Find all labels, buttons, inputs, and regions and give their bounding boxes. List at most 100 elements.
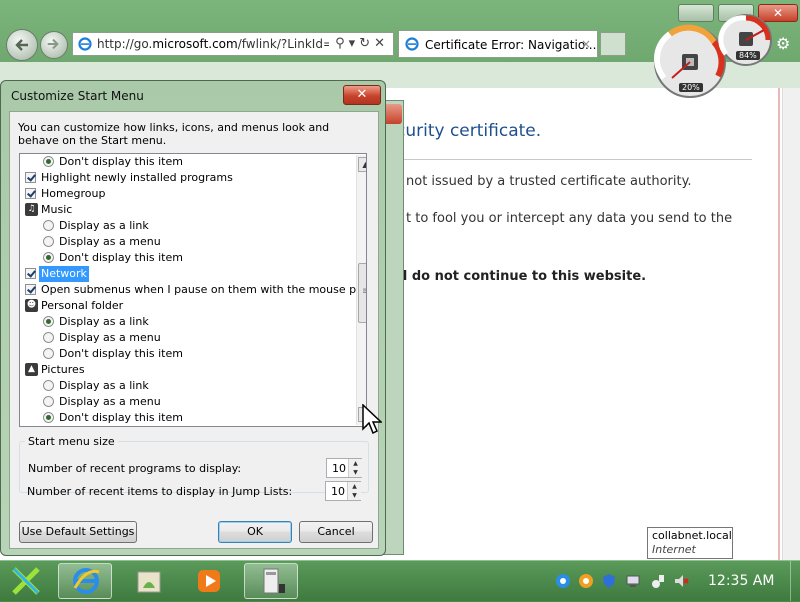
recent-items-stepper[interactable]: ▲ ▼ xyxy=(325,481,361,501)
checkbox[interactable] xyxy=(25,284,36,295)
ie-logo-icon xyxy=(73,568,100,594)
list-item-radio[interactable]: Don't display this item xyxy=(20,410,354,426)
taskbar-clock[interactable]: 12:35 AM xyxy=(708,573,774,589)
list-item-group: ☻ Personal folder xyxy=(20,298,354,314)
cpu-percent: 20% xyxy=(679,83,703,92)
list-item-group: ♫ Music xyxy=(20,202,354,218)
mouse-pointer-icon xyxy=(362,404,382,435)
list-scrollbar[interactable]: ▲ ▼ xyxy=(356,155,366,425)
recent-programs-stepper[interactable]: ▲ ▼ xyxy=(326,458,362,478)
taskbar: 12:35 AM xyxy=(0,560,800,601)
cert-error-line-1: not issued by a trusted certificate auth… xyxy=(406,174,692,189)
tray-action-center-icon[interactable] xyxy=(650,573,666,589)
list-item-label: Display as a link xyxy=(59,379,149,392)
radio-button[interactable] xyxy=(43,332,54,343)
customize-start-menu-dialog: Customize Start Menu ✕ You can customize… xyxy=(0,80,386,556)
dialog-description: You can customize how links, icons, and … xyxy=(18,121,330,147)
list-item-label: Personal folder xyxy=(41,299,124,312)
list-item-radio[interactable]: Display as a menu xyxy=(20,234,354,250)
checkbox[interactable] xyxy=(25,172,36,183)
dropdown-icon[interactable]: ▾ xyxy=(349,36,360,51)
list-item-checkbox[interactable]: Highlight newly installed programs xyxy=(20,170,354,186)
control-panel-icon xyxy=(263,568,285,594)
stop-icon[interactable]: ✕ xyxy=(374,36,389,51)
radio-button[interactable] xyxy=(43,316,54,327)
start-menu-size-legend: Start menu size xyxy=(28,435,115,448)
new-tab-button[interactable] xyxy=(600,32,626,56)
search-icon[interactable]: ⚲ xyxy=(335,36,349,51)
tab-close-icon[interactable]: × xyxy=(581,37,591,51)
radio-button[interactable] xyxy=(43,156,54,167)
list-item-label: Display as a menu xyxy=(59,331,161,344)
list-item-radio[interactable]: Display as a link xyxy=(20,218,354,234)
tab-certificate-error[interactable]: Certificate Error: Navigatio... × xyxy=(398,30,598,58)
dialog-close-button[interactable]: ✕ xyxy=(343,85,381,105)
list-item-radio[interactable]: Don't display this item xyxy=(20,346,354,362)
radio-button[interactable] xyxy=(43,220,54,231)
checkbox[interactable] xyxy=(25,268,36,279)
increment-arrow-icon[interactable]: ▲ xyxy=(347,482,361,491)
scroll-thumb[interactable] xyxy=(358,263,366,323)
list-item-group: ▲ Pictures xyxy=(20,362,354,378)
address-bar[interactable]: http://go.microsoft.com/fwlink/?LinkId=6… xyxy=(72,32,394,56)
radio-button[interactable] xyxy=(43,252,54,263)
list-item-label: Music xyxy=(41,203,73,216)
media-player-icon xyxy=(198,570,220,592)
radio-button[interactable] xyxy=(43,412,54,423)
gear-icon[interactable]: ⚙ xyxy=(776,34,790,53)
list-item-radio[interactable]: Display as a menu xyxy=(20,330,354,346)
show-desktop-button[interactable] xyxy=(790,561,800,601)
list-item-radio[interactable]: Display as a menu xyxy=(20,394,354,410)
tray-shield-icon[interactable] xyxy=(601,573,617,589)
list-item-radio[interactable]: Don't display this item xyxy=(20,154,354,170)
ie-logo-icon xyxy=(405,37,419,51)
start-menu-options-list[interactable]: Don't display this item Highlight newly i… xyxy=(19,153,367,427)
use-default-settings-button[interactable]: Use Default Settings xyxy=(19,521,137,543)
tray-orange-circle-icon[interactable] xyxy=(578,573,594,589)
refresh-icon[interactable]: ↻ xyxy=(359,36,374,51)
radio-button[interactable] xyxy=(43,380,54,391)
taskbar-explorer[interactable] xyxy=(122,563,176,599)
tray-blue-circle-icon[interactable] xyxy=(555,573,571,589)
recent-items-label: Number of recent items to display in Jum… xyxy=(27,485,293,498)
url-domain: microsoft.com xyxy=(152,37,238,51)
radio-button[interactable] xyxy=(43,396,54,407)
tray-network-icon[interactable] xyxy=(625,573,641,589)
taskbar-control-panel[interactable] xyxy=(244,563,298,599)
list-item-checkbox[interactable]: Open submenus when I pause on them with … xyxy=(20,282,366,298)
checkbox[interactable] xyxy=(25,188,36,199)
radio-button[interactable] xyxy=(43,236,54,247)
list-item-label: Don't display this item xyxy=(59,411,183,424)
tray-tooltip: collabnet.local Internet access xyxy=(647,527,733,570)
recent-programs-input[interactable] xyxy=(329,461,346,475)
decrement-arrow-icon[interactable]: ▼ xyxy=(347,491,361,500)
forward-button[interactable] xyxy=(40,31,68,59)
cpu-meter-gadget[interactable]: 20% 84% xyxy=(650,4,780,98)
url-suffix: /fwlink/?LinkId=69 xyxy=(237,37,329,51)
page-scrollbar[interactable] xyxy=(782,88,800,560)
cert-error-line-2: t to fool you or intercept any data you … xyxy=(406,211,733,226)
recent-items-input[interactable] xyxy=(328,484,345,498)
tooltip-host: collabnet.local xyxy=(652,529,732,542)
scroll-up-arrow-icon[interactable]: ▲ xyxy=(358,157,366,172)
start-button[interactable] xyxy=(8,563,48,599)
decrement-arrow-icon[interactable]: ▼ xyxy=(348,468,362,477)
taskbar-internet-explorer[interactable] xyxy=(58,563,112,599)
list-item-checkbox[interactable]: Network xyxy=(20,266,354,282)
radio-button[interactable] xyxy=(43,348,54,359)
list-item-label: Display as a link xyxy=(59,315,149,328)
list-item-radio[interactable]: Display as a link xyxy=(20,314,354,330)
ok-button[interactable]: OK xyxy=(218,521,292,543)
tray-volume-muted-icon[interactable] xyxy=(673,573,689,589)
list-item-radio[interactable]: Display as a link xyxy=(20,378,354,394)
gauge-icon xyxy=(654,14,772,98)
folder-icon xyxy=(137,571,161,593)
list-item-checkbox[interactable]: Homegroup xyxy=(20,186,354,202)
list-item-radio[interactable]: Don't display this item xyxy=(20,250,354,266)
cancel-button[interactable]: Cancel xyxy=(299,521,373,543)
increment-arrow-icon[interactable]: ▲ xyxy=(348,459,362,468)
back-button[interactable] xyxy=(6,29,38,61)
list-item-label: Pictures xyxy=(41,363,85,376)
address-url[interactable]: http://go.microsoft.com/fwlink/?LinkId=6… xyxy=(97,37,329,51)
taskbar-media-player[interactable] xyxy=(182,563,236,599)
